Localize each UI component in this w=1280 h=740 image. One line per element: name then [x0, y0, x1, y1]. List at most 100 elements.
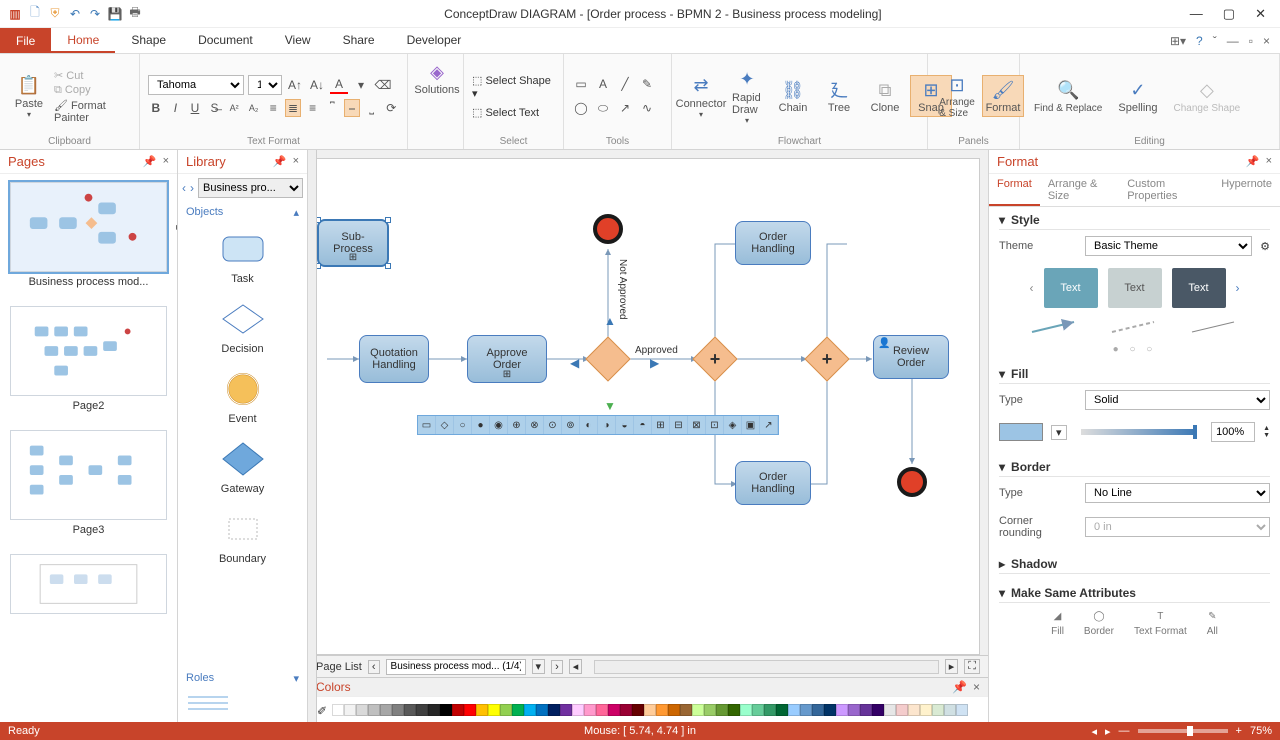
connector-style-2[interactable] [1110, 318, 1160, 336]
underline-icon[interactable]: U [187, 99, 203, 117]
color-swatch[interactable] [704, 704, 716, 716]
color-swatch[interactable] [608, 704, 620, 716]
color-swatch[interactable] [548, 704, 560, 716]
color-swatch[interactable] [512, 704, 524, 716]
rapid-arrow-left[interactable]: ◀ [570, 356, 579, 370]
pin-lib-icon[interactable]: 📌 [273, 155, 287, 168]
color-swatch[interactable] [836, 704, 848, 716]
opacity-up-icon[interactable]: ▲ [1263, 425, 1270, 432]
opacity-slider[interactable] [1081, 429, 1198, 435]
rapid-draw-button[interactable]: ✦Rapid Draw▾ [726, 66, 768, 127]
shape-selector-tray[interactable]: ▭◇○●◉⊕⊗⊙⊚◐◑◒◓⊞⊟⊠⊡◈▣↗ [417, 415, 779, 435]
color-swatch[interactable] [860, 704, 872, 716]
chevron-right-icon[interactable]: ▸ [999, 557, 1005, 571]
font-color-icon[interactable]: A [330, 76, 348, 94]
tab-document[interactable]: Document [182, 28, 269, 53]
color-swatch[interactable] [680, 704, 692, 716]
fit-page-icon[interactable]: ⛶ [964, 659, 980, 674]
same-border-button[interactable]: ◯Border [1084, 611, 1114, 637]
node-quotation[interactable]: Quotation Handling [359, 335, 429, 383]
cut-button[interactable]: ✂ Cut [54, 69, 131, 82]
color-swatch[interactable] [824, 704, 836, 716]
color-swatch[interactable] [728, 704, 740, 716]
color-swatch[interactable] [440, 704, 452, 716]
close-lib-icon[interactable]: × [293, 155, 299, 168]
color-swatch[interactable] [956, 704, 968, 716]
maximize-icon[interactable]: ▢ [1223, 6, 1235, 22]
lib-item-boundary[interactable]: Boundary [178, 503, 307, 573]
page-thumb-2[interactable] [10, 306, 167, 396]
chevron-down-icon[interactable]: ▾ [999, 367, 1005, 381]
lib-category-roles[interactable]: Roles▾ [178, 668, 307, 689]
color-swatch[interactable] [752, 704, 764, 716]
close-colors-icon[interactable]: × [973, 680, 980, 694]
zoom-out-icon[interactable]: — [1119, 725, 1130, 737]
connector-button[interactable]: ⇄Connector▾ [680, 72, 722, 121]
tab-home[interactable]: Home [51, 28, 115, 53]
lib-item-gateway[interactable]: Gateway [178, 433, 307, 503]
superscript-icon[interactable]: A² [226, 99, 242, 117]
copy-button[interactable]: ⧉ Copy [54, 84, 131, 97]
color-swatch[interactable] [668, 704, 680, 716]
spline-tool-icon[interactable]: ∿ [638, 99, 656, 117]
line-tool-icon[interactable]: ╱ [616, 75, 634, 93]
color-swatch[interactable] [368, 704, 380, 716]
select-shape-button[interactable]: ⬚ Select Shape ▾ [472, 74, 555, 100]
font-size-select[interactable]: 11 [248, 75, 282, 95]
fill-color-swatch[interactable] [999, 423, 1043, 441]
lib-category-objects[interactable]: Objects▴ [178, 202, 307, 223]
qat-undo-icon[interactable]: ↶ [68, 7, 82, 21]
color-swatch[interactable] [536, 704, 548, 716]
clear-format-icon[interactable]: ⌫ [374, 76, 392, 94]
same-fill-button[interactable]: ◢Fill [1051, 611, 1064, 637]
color-swatch[interactable] [428, 704, 440, 716]
eyedropper-icon[interactable]: ✐ [312, 704, 332, 716]
page-thumb-3[interactable] [10, 430, 167, 520]
inner-close-icon[interactable]: × [1263, 34, 1270, 48]
zoom-slider[interactable] [1138, 729, 1228, 733]
shrink-font-icon[interactable]: A↓ [308, 76, 326, 94]
color-swatch[interactable] [812, 704, 824, 716]
subscript-icon[interactable]: A₂ [246, 99, 262, 117]
color-swatch[interactable] [380, 704, 392, 716]
lib-prev-icon[interactable]: ‹ [182, 181, 186, 195]
chevron-down-icon[interactable]: ▾ [999, 460, 1005, 474]
doc-nav-next-icon[interactable]: ▸ [1105, 725, 1111, 738]
connector-style-1[interactable] [1030, 318, 1080, 336]
pin-fmt-icon[interactable]: 📌 [1246, 155, 1260, 168]
color-swatch[interactable] [524, 704, 536, 716]
color-swatch[interactable] [776, 704, 788, 716]
color-swatch[interactable] [572, 704, 584, 716]
fill-color-dropdown-icon[interactable]: ▾ [1051, 425, 1067, 440]
hscroll-right-icon[interactable]: ▸ [945, 659, 959, 674]
border-type-select[interactable]: No Line [1085, 483, 1270, 503]
color-swatch[interactable] [632, 704, 644, 716]
pagelist-prev-icon[interactable]: ‹ [368, 660, 380, 674]
close-fmt-icon[interactable]: × [1266, 155, 1272, 168]
callout-tool-icon[interactable]: ⬭ [594, 99, 612, 117]
lib-item-task[interactable]: Task [178, 223, 307, 293]
color-swatch[interactable] [848, 704, 860, 716]
lib-item-event[interactable]: Event [178, 363, 307, 433]
tab-developer[interactable]: Developer [391, 28, 478, 53]
color-swatch[interactable] [584, 704, 596, 716]
color-swatch[interactable] [596, 704, 608, 716]
docs-icon[interactable]: ⊞▾ [1170, 34, 1186, 48]
event-end-bottom[interactable] [897, 467, 927, 497]
node-handling-top[interactable]: Order Handling [735, 221, 811, 265]
format-painter-button[interactable]: 🖌 Format Painter [54, 99, 131, 124]
inner-min-icon[interactable]: — [1227, 34, 1239, 48]
lib-next-icon[interactable]: › [190, 181, 194, 195]
italic-icon[interactable]: I [168, 99, 184, 117]
file-menu[interactable]: File [0, 28, 51, 53]
color-swatch[interactable] [392, 704, 404, 716]
tab-shape[interactable]: Shape [115, 28, 182, 53]
color-swatch[interactable] [716, 704, 728, 716]
spelling-button[interactable]: ✓Spelling [1112, 76, 1163, 116]
arc-tool-icon[interactable]: ↗ [616, 99, 634, 117]
rotate-text-icon[interactable]: ⟳ [383, 99, 399, 117]
color-swatch[interactable] [488, 704, 500, 716]
color-swatch[interactable] [500, 704, 512, 716]
connector-style-3[interactable] [1190, 318, 1240, 336]
pin-colors-icon[interactable]: 📌 [952, 680, 967, 694]
